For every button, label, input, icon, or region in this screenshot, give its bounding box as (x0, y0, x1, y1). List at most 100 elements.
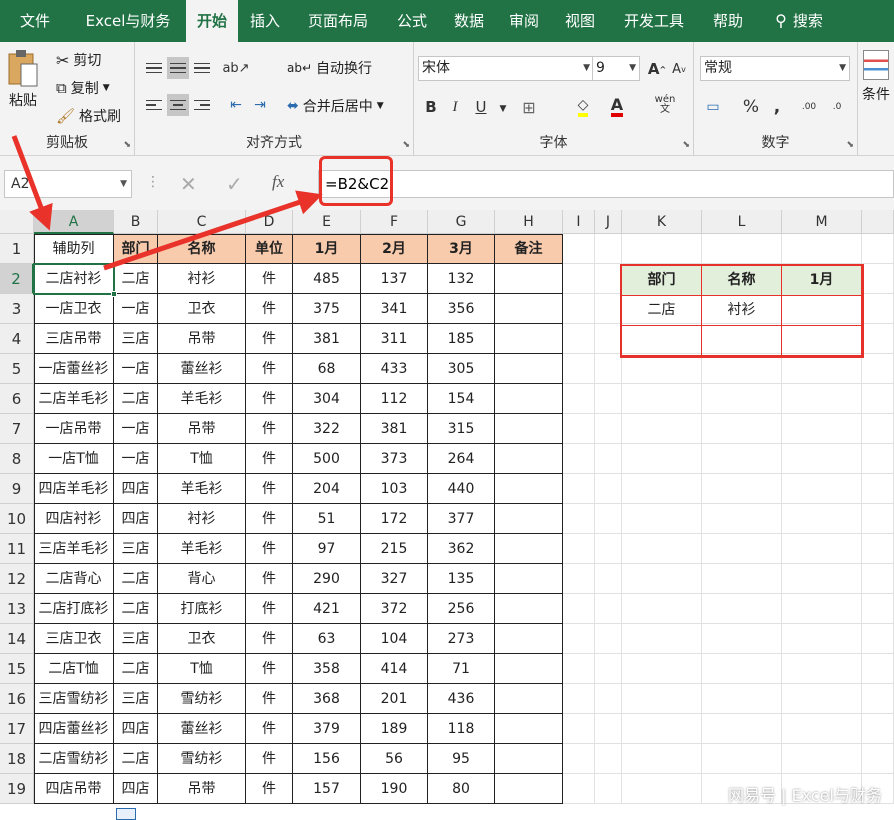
grid-cell[interactable] (563, 474, 595, 504)
copy-button[interactable]: ⧉ 复制 ▼ (56, 78, 110, 98)
table-cell[interactable] (495, 774, 563, 804)
column-header-I[interactable]: I (563, 210, 595, 234)
table-cell[interactable]: 件 (246, 444, 293, 474)
grid-cell[interactable] (862, 744, 894, 774)
grid-cell[interactable] (563, 774, 595, 804)
table-cell[interactable] (495, 324, 563, 354)
table-header-cell[interactable]: 部门 (114, 234, 158, 264)
row-header-17[interactable]: 17 (0, 714, 34, 744)
table-cell[interactable]: 羊毛衫 (158, 534, 246, 564)
grid-cell[interactable] (862, 354, 894, 384)
grid-cell[interactable] (782, 654, 862, 684)
table-cell[interactable]: 二店 (114, 744, 158, 774)
grid-cell[interactable] (702, 534, 782, 564)
align-center-button[interactable] (167, 94, 189, 116)
paste-button[interactable]: 粘贴 (6, 48, 40, 110)
borders-button[interactable]: ⊞ (518, 96, 540, 118)
grid-cell[interactable] (862, 684, 894, 714)
grid-cell[interactable] (595, 444, 622, 474)
align-left-button[interactable] (143, 94, 165, 116)
table-cell[interactable]: 衬衫 (158, 264, 246, 294)
grid-cell[interactable] (862, 714, 894, 744)
grid-cell[interactable] (862, 294, 894, 324)
table-cell[interactable]: 件 (246, 684, 293, 714)
grid-cell[interactable] (595, 354, 622, 384)
table-cell[interactable] (495, 564, 563, 594)
table-cell[interactable]: 103 (361, 474, 428, 504)
row-header-1[interactable]: 1 (0, 234, 34, 264)
grid-cell[interactable] (563, 744, 595, 774)
dialog-launcher-icon[interactable]: ⬊ (846, 140, 854, 150)
table-cell[interactable]: 381 (293, 324, 361, 354)
table-cell[interactable] (495, 534, 563, 564)
table-cell[interactable]: 436 (428, 684, 495, 714)
grid-cell[interactable] (595, 654, 622, 684)
table-cell[interactable]: 件 (246, 324, 293, 354)
grid-cell[interactable] (595, 474, 622, 504)
grid-cell[interactable] (563, 534, 595, 564)
table-cell[interactable]: 421 (293, 594, 361, 624)
table-cell[interactable]: 二店雪纺衫 (34, 744, 114, 774)
grid-cell[interactable] (622, 474, 702, 504)
search-box[interactable]: ⚲ 搜索 (754, 0, 844, 42)
grid-cell[interactable] (595, 504, 622, 534)
table-cell[interactable] (495, 444, 563, 474)
quick-analysis-icon[interactable] (116, 808, 136, 820)
table-cell[interactable]: 440 (428, 474, 495, 504)
table-header-cell[interactable]: 名称 (158, 234, 246, 264)
table-cell[interactable]: 一店 (114, 414, 158, 444)
decrease-decimal-button[interactable]: .0 (826, 96, 848, 118)
table-cell[interactable]: 三店 (114, 534, 158, 564)
column-header-B[interactable]: B (114, 210, 158, 234)
grid-cell[interactable] (622, 444, 702, 474)
grid-cell[interactable] (595, 534, 622, 564)
conditional-formatting-button[interactable]: 条件 (862, 50, 890, 104)
grid-cell[interactable] (702, 594, 782, 624)
table-cell[interactable]: 375 (293, 294, 361, 324)
table-cell[interactable]: 二店 (114, 654, 158, 684)
table-cell[interactable]: 264 (428, 444, 495, 474)
table-cell[interactable]: 一店T恤 (34, 444, 114, 474)
table-cell[interactable]: 三店雪纺衫 (34, 684, 114, 714)
accounting-format-button[interactable]: ▭ (702, 96, 724, 118)
grid-cell[interactable] (622, 594, 702, 624)
table-cell[interactable]: 件 (246, 714, 293, 744)
table-cell[interactable]: 二店 (114, 264, 158, 294)
grid-cell[interactable] (595, 684, 622, 714)
table-cell[interactable]: 雪纺衫 (158, 684, 246, 714)
fill-handle[interactable] (111, 291, 117, 297)
lookup-cell[interactable]: 衬衫 (702, 296, 782, 326)
column-header-E[interactable]: E (293, 210, 361, 234)
table-cell[interactable]: 雪纺衫 (158, 744, 246, 774)
table-cell[interactable]: 414 (361, 654, 428, 684)
grow-font-button[interactable]: A ^ (646, 58, 668, 80)
table-cell[interactable]: 三店吊带 (34, 324, 114, 354)
table-cell[interactable] (495, 594, 563, 624)
table-cell[interactable]: T恤 (158, 654, 246, 684)
grid-cell[interactable] (563, 234, 595, 264)
table-cell[interactable]: 304 (293, 384, 361, 414)
table-cell[interactable]: 185 (428, 324, 495, 354)
grid-cell[interactable] (782, 534, 862, 564)
table-cell[interactable]: 135 (428, 564, 495, 594)
number-format-combo[interactable]: 常规 ▼ (700, 56, 850, 81)
cut-button[interactable]: ✂ 剪切 (56, 50, 101, 70)
grid-cell[interactable] (622, 564, 702, 594)
table-cell[interactable]: 二店羊毛衫 (34, 384, 114, 414)
lookup-header-cell[interactable]: 名称 (702, 266, 782, 296)
table-cell[interactable]: 157 (293, 774, 361, 804)
table-cell[interactable]: 305 (428, 354, 495, 384)
row-header-18[interactable]: 18 (0, 744, 34, 774)
dialog-launcher-icon[interactable]: ⬊ (123, 140, 131, 150)
grid-cell[interactable] (563, 444, 595, 474)
align-right-button[interactable] (191, 94, 213, 116)
dialog-launcher-icon[interactable]: ⬊ (402, 140, 410, 150)
lookup-header-cell[interactable]: 部门 (622, 266, 702, 296)
row-header-2[interactable]: 2 (0, 264, 34, 294)
increase-indent-button[interactable]: ⇥ (249, 94, 271, 116)
table-cell[interactable]: 356 (428, 294, 495, 324)
grid-cell[interactable] (622, 714, 702, 744)
table-cell[interactable]: 件 (246, 294, 293, 324)
table-cell[interactable]: 381 (361, 414, 428, 444)
comma-button[interactable]: , (766, 96, 788, 118)
